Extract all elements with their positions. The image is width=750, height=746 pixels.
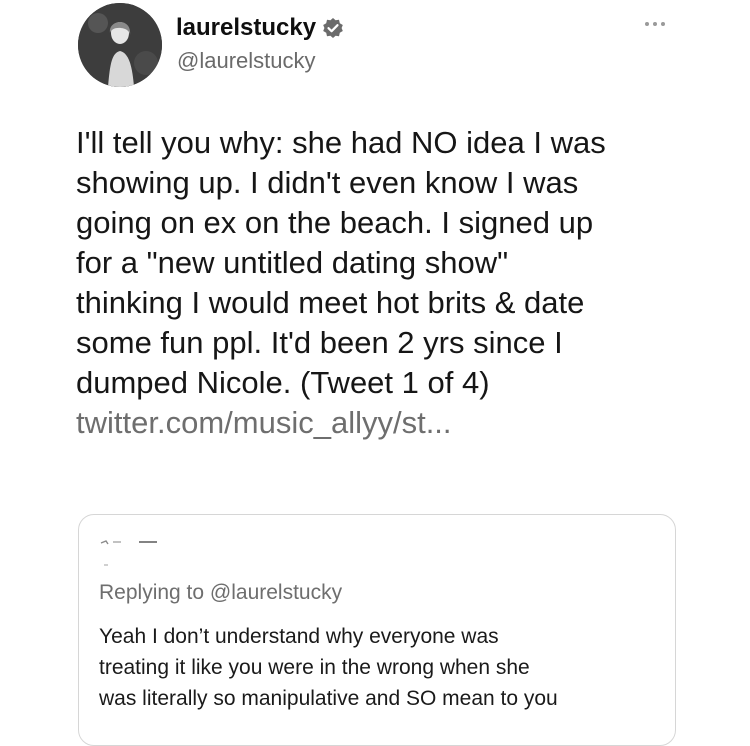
- profile-photo-icon: [78, 3, 162, 87]
- tweet-text-line: for a "new untitled dating show": [76, 245, 509, 280]
- quoted-tweet-text: Yeah I don’t understand why everyone was…: [99, 621, 659, 714]
- replying-to: Replying to @laurelstucky: [99, 581, 342, 605]
- tweet-text: I'll tell you why: she had NO idea I was…: [76, 123, 696, 443]
- more-options-icon[interactable]: [645, 18, 669, 30]
- author-handle[interactable]: @laurelstucky: [177, 48, 316, 74]
- quoted-text-line: was literally so manipulative and SO mea…: [99, 687, 558, 710]
- tweet-text-line: dumped Nicole. (Tweet 1 of 4): [76, 365, 490, 400]
- tweet-text-line: some fun ppl. It'd been 2 yrs since I: [76, 325, 563, 360]
- author-display-name: laurelstucky: [176, 14, 317, 41]
- replying-to-prefix: Replying to: [99, 581, 210, 604]
- author-avatar[interactable]: [78, 3, 162, 87]
- tweet-card: laurelstucky @laurelstucky I'll tell you…: [0, 0, 750, 746]
- quoted-text-line: treating it like you were in the wrong w…: [99, 656, 530, 679]
- tweet-text-line: going on ex on the beach. I signed up: [76, 205, 594, 240]
- tweet-link[interactable]: twitter.com/music_allyy/st...: [76, 403, 696, 443]
- quoted-author-mark-icon: [100, 540, 157, 566]
- tweet-text-line: I'll tell you why: she had NO idea I was: [76, 125, 606, 160]
- quoted-text-line: Yeah I don’t understand why everyone was: [99, 625, 499, 648]
- tweet-text-line: showing up. I didn't even know I was: [76, 165, 579, 200]
- quoted-tweet[interactable]: Replying to @laurelstucky Yeah I don’t u…: [78, 514, 676, 746]
- replying-to-handle[interactable]: @laurelstucky: [210, 581, 342, 604]
- author-name[interactable]: laurelstucky: [176, 14, 344, 42]
- verified-badge-icon: [322, 17, 344, 39]
- tweet-text-line: thinking I would meet hot brits & date: [76, 285, 585, 320]
